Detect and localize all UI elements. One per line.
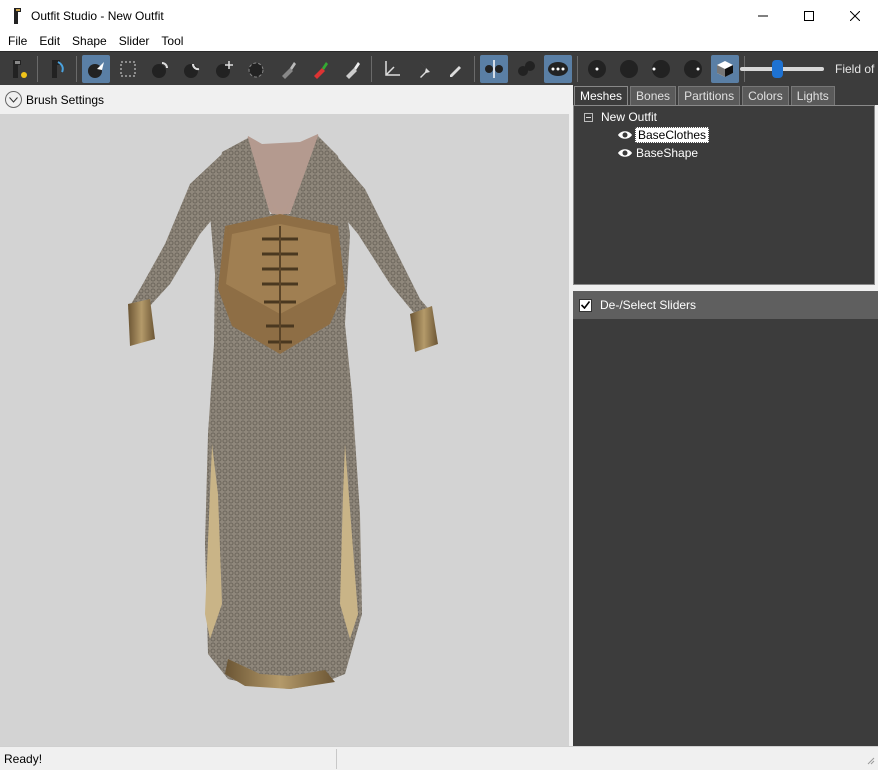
eye-icon[interactable] [617, 129, 633, 141]
menu-shape[interactable]: Shape [68, 34, 111, 48]
tree-item-baseshape[interactable]: BaseShape [617, 145, 698, 161]
wireframe-icon[interactable] [647, 55, 675, 83]
app-icon [9, 7, 25, 24]
shaded-view-icon[interactable] [615, 55, 643, 83]
brush-settings-label: Brush Settings [26, 92, 105, 107]
tab-bones[interactable]: Bones [630, 86, 677, 105]
field-of-view-slider-thumb[interactable] [772, 60, 783, 78]
field-of-view-label: Field of [835, 62, 875, 76]
smooth-brush-icon[interactable] [242, 55, 270, 83]
x-mirror-icon[interactable] [480, 54, 508, 83]
lighting-icon[interactable] [679, 55, 707, 83]
menu-bar: File Edit Shape Slider Tool [0, 31, 878, 51]
toolbar: Field of [0, 51, 878, 85]
status-text: Ready! [4, 751, 43, 766]
menu-edit[interactable]: Edit [35, 34, 64, 48]
color-brush-icon[interactable] [306, 55, 334, 83]
toolbar-separator [577, 55, 578, 82]
toolbar-separator [37, 55, 38, 82]
inflate-brush-icon[interactable] [146, 55, 174, 83]
menu-slider[interactable]: Slider [115, 34, 154, 48]
mask-brush-icon[interactable] [114, 55, 142, 83]
vertex-edit-icon[interactable] [441, 55, 469, 83]
panel-splitter[interactable] [569, 85, 572, 746]
sliders-header: De-/Select Sliders [573, 291, 878, 319]
tree-item-label: BaseClothes [635, 127, 710, 143]
outfit-mesh-render [128, 134, 438, 689]
brush-settings-header[interactable]: Brush Settings [0, 85, 569, 114]
menu-file[interactable]: File [4, 34, 31, 48]
select-brush-icon[interactable] [82, 54, 110, 83]
collapse-icon[interactable] [584, 112, 593, 122]
weight-brush-icon[interactable] [274, 55, 302, 83]
status-bar: Ready! [0, 746, 878, 770]
mesh-tree[interactable]: New Outfit BaseClothes BaseShape [573, 105, 875, 285]
alpha-brush-icon[interactable] [338, 55, 366, 83]
tab-partitions[interactable]: Partitions [678, 86, 741, 105]
toolbar-separator [76, 55, 77, 82]
toolbar-separator [371, 55, 372, 82]
tree-item-label: BaseShape [636, 146, 699, 160]
panel-tabs: Meshes Bones Partitions Colors Lights [573, 85, 878, 105]
tree-item-baseclothes[interactable]: BaseClothes [617, 127, 710, 143]
window-title: Outfit Studio - New Outfit [31, 8, 164, 23]
close-button[interactable] [832, 0, 878, 31]
new-project-icon[interactable] [4, 55, 32, 83]
tab-colors[interactable]: Colors [742, 86, 789, 105]
sliders-list[interactable] [573, 319, 878, 746]
toolbar-separator [474, 55, 475, 82]
global-brush-icon[interactable] [544, 54, 572, 83]
status-separator [336, 748, 337, 769]
resize-grip-icon[interactable] [865, 754, 875, 768]
select-sliders-label: De-/Select Sliders [600, 298, 697, 312]
pivot-icon[interactable] [409, 55, 437, 83]
tab-meshes[interactable]: Meshes [574, 86, 629, 105]
minimize-button[interactable] [740, 0, 786, 31]
tree-root[interactable]: New Outfit [584, 109, 657, 125]
maximize-button[interactable] [786, 0, 832, 31]
title-bar: Outfit Studio - New Outfit [0, 0, 878, 31]
menu-tool[interactable]: Tool [157, 34, 187, 48]
chevron-down-icon[interactable] [5, 91, 22, 108]
transform-icon[interactable] [377, 55, 405, 83]
deflate-brush-icon[interactable] [178, 55, 206, 83]
load-reference-icon[interactable] [43, 55, 71, 83]
show-vertices-icon[interactable] [583, 55, 611, 83]
connected-only-icon[interactable] [512, 55, 540, 83]
select-sliders-checkbox[interactable] [579, 298, 592, 312]
eye-icon[interactable] [617, 147, 633, 159]
3d-viewport[interactable] [0, 114, 569, 746]
move-brush-icon[interactable] [210, 55, 238, 83]
texture-icon[interactable] [711, 54, 739, 83]
tree-root-label: New Outfit [601, 110, 658, 124]
tab-lights[interactable]: Lights [790, 86, 835, 105]
